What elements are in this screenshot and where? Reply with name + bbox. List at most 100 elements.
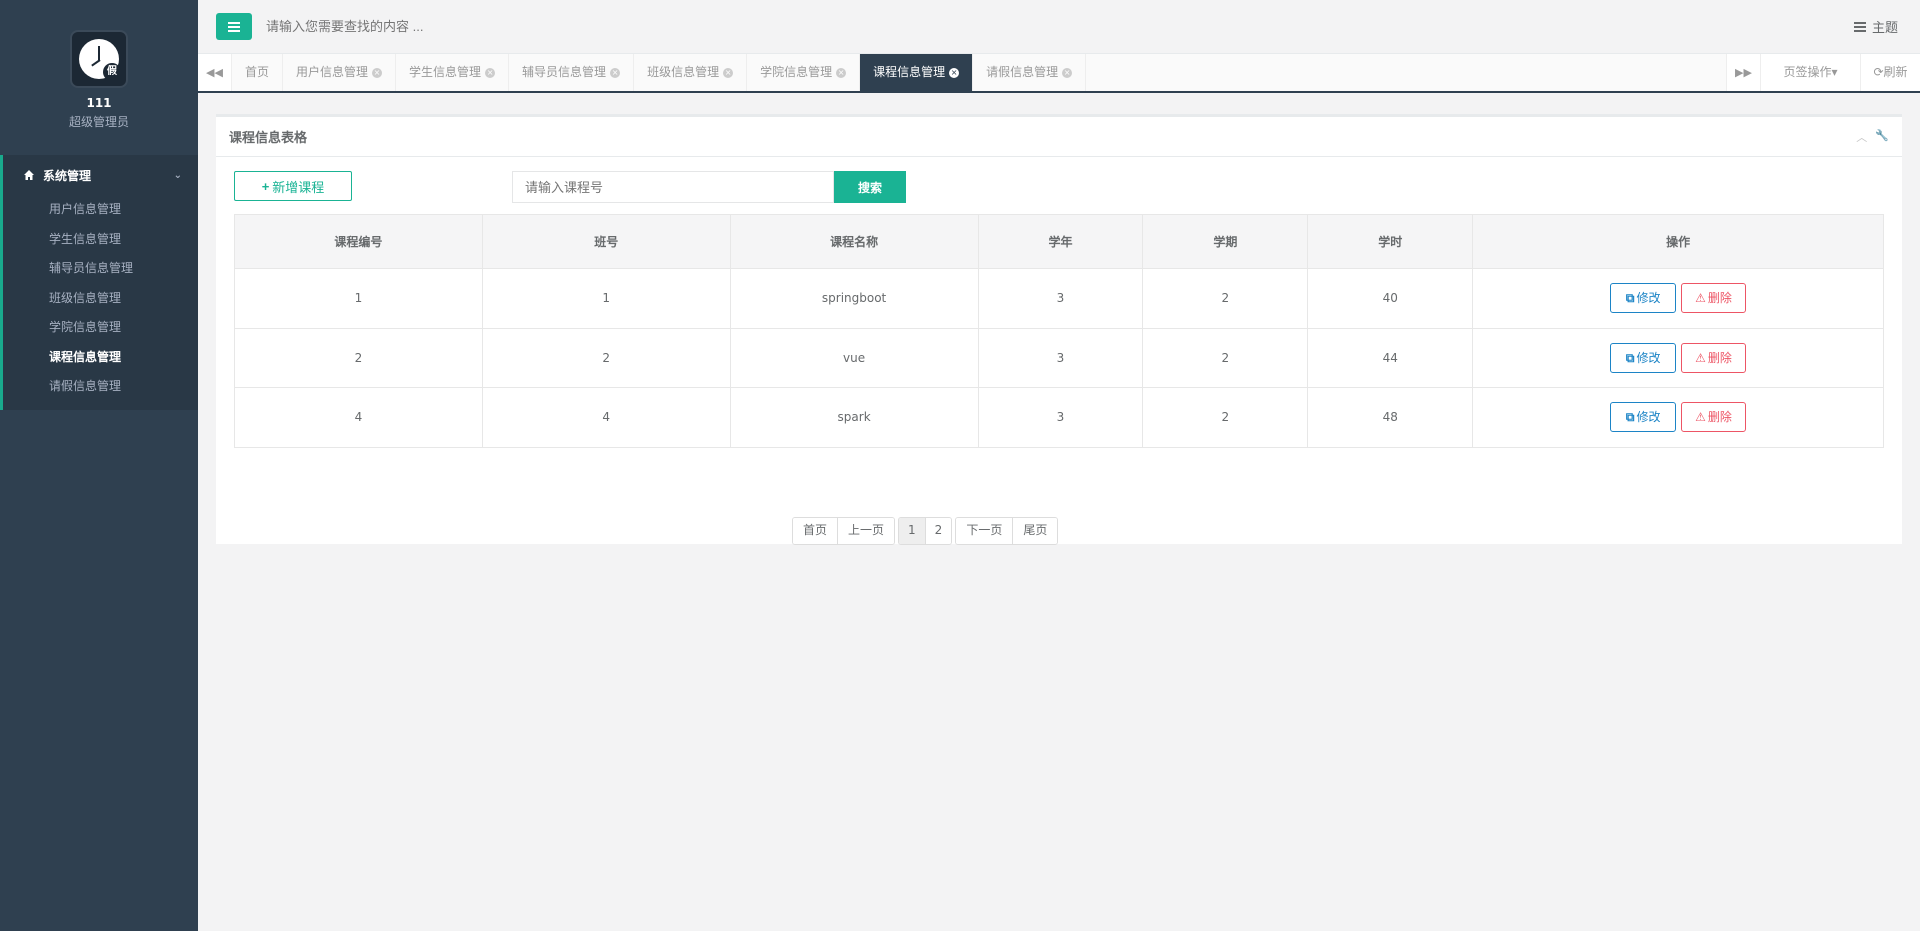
page-button-1[interactable]: 1 (899, 518, 925, 544)
cell-actions: ⧉ 修改 ⚠ 删除 (1472, 268, 1884, 329)
column-header[interactable]: 学时 (1307, 214, 1474, 269)
tab-students[interactable]: 学生信息管理 × (396, 54, 510, 91)
tab-classes[interactable]: 班级信息管理 × (634, 54, 748, 91)
cell-term: 2 (1142, 327, 1309, 389)
panel-header: 课程信息表格 ︿ 🔧 (216, 117, 1902, 157)
column-header[interactable]: 学期 (1142, 214, 1309, 269)
cell-class-no: 2 (481, 327, 731, 389)
tabs-scroll-right-icon[interactable]: ▶▶ (1726, 54, 1760, 91)
cell-actions: ⧉ 修改 ⚠ 删除 (1472, 327, 1884, 389)
tabs-scroll-left-icon[interactable]: ◀◀ (198, 54, 232, 91)
close-icon[interactable]: × (836, 67, 847, 78)
sidebar-item-students[interactable]: 学生信息管理 (3, 225, 198, 255)
delete-button[interactable]: ⚠ 删除 (1681, 342, 1746, 373)
menu-toggle-button[interactable] (216, 13, 252, 40)
last-page-button[interactable]: 尾页 (1012, 518, 1058, 544)
nav-sub-list: 用户信息管理 学生信息管理 辅导员信息管理 班级信息管理 学院信息管理 课程信息… (3, 195, 198, 402)
sidebar-item-classes[interactable]: 班级信息管理 (3, 284, 198, 314)
panel-body: + 新增课程 搜索 课程编号 班号 课程名称 学年 学期 学时 操作 (216, 157, 1902, 545)
page-button-2[interactable]: 2 (924, 518, 952, 544)
user-name[interactable]: 111 (0, 96, 198, 110)
sidebar-item-courses[interactable]: 课程信息管理 (3, 343, 198, 373)
cell-hours: 40 (1307, 268, 1474, 329)
close-icon[interactable]: × (723, 67, 734, 78)
tab-home[interactable]: 首页 (232, 54, 284, 91)
close-icon[interactable]: × (485, 67, 496, 78)
tab-ops-dropdown[interactable]: 页签操作▾ (1760, 54, 1860, 91)
column-header[interactable]: 班号 (481, 214, 731, 269)
cell-course-id: 2 (234, 327, 483, 389)
close-icon[interactable]: × (372, 67, 383, 78)
delete-label: 删除 (1707, 350, 1732, 365)
cell-term: 2 (1142, 387, 1309, 448)
edit-label: 修改 (1636, 291, 1661, 306)
global-search-input[interactable] (266, 14, 686, 38)
wrench-icon[interactable]: 🔧 (1875, 129, 1889, 145)
delete-button[interactable]: ⚠ 删除 (1681, 283, 1746, 314)
home-icon (24, 170, 34, 180)
sidebar-item-counselors[interactable]: 辅导员信息管理 (3, 254, 198, 284)
first-page-button[interactable]: 首页 (793, 518, 838, 544)
tab-colleges[interactable]: 学院信息管理 × (747, 54, 861, 91)
edit-label: 修改 (1636, 410, 1661, 425)
user-role: 超级管理员 (68, 115, 129, 129)
avatar-badge: 假 (103, 63, 121, 81)
tab-users[interactable]: 用户信息管理 × (283, 54, 397, 91)
tab-refresh-button[interactable]: ⟳刷新 (1860, 54, 1920, 91)
close-icon[interactable]: × (1062, 67, 1073, 78)
clock-icon: 假 (79, 39, 121, 81)
cell-hours: 48 (1307, 387, 1474, 448)
pager-group-pages: 1 2 (898, 517, 953, 545)
warning-icon: ⚠ (1695, 410, 1706, 425)
tab-label: 用户信息管理 (296, 65, 369, 79)
table-header-row: 课程编号 班号 课程名称 学年 学期 学时 操作 (234, 214, 1884, 269)
nav-group-label: 系统管理 (43, 168, 92, 183)
close-icon[interactable]: × (610, 67, 621, 78)
sidebar-item-leaves[interactable]: 请假信息管理 (3, 372, 198, 402)
refresh-icon: ⟳ (1873, 65, 1884, 79)
course-search-input[interactable] (512, 171, 834, 203)
course-table: 课程编号 班号 课程名称 学年 学期 学时 操作 1 1 springboot … (234, 214, 1884, 448)
delete-button[interactable]: ⚠ 删除 (1681, 402, 1746, 433)
column-header[interactable]: 课程名称 (729, 214, 979, 269)
chevron-up-icon[interactable]: ︿ (1856, 129, 1867, 145)
column-header[interactable]: 课程编号 (234, 214, 483, 269)
tab-label: 请假信息管理 (986, 65, 1059, 79)
tab-courses[interactable]: 课程信息管理 × (860, 54, 974, 91)
edit-button[interactable]: ⧉ 修改 (1610, 283, 1677, 314)
sidebar-item-colleges[interactable]: 学院信息管理 (3, 313, 198, 343)
pager-group-end: 下一页 尾页 (955, 517, 1059, 545)
tab-counselors[interactable]: 辅导员信息管理 × (509, 54, 635, 91)
pager-group-start: 首页 上一页 (792, 517, 896, 545)
delete-label: 删除 (1707, 410, 1732, 425)
panel-title: 课程信息表格 (229, 131, 308, 146)
edit-button[interactable]: ⧉ 修改 (1610, 342, 1677, 373)
panel-tools: ︿ 🔧 (1856, 129, 1889, 145)
add-course-button[interactable]: + 新增课程 (234, 171, 352, 201)
tab-leaves[interactable]: 请假信息管理 × (973, 54, 1087, 91)
sidebar: 假 111 超级管理员 系统管理 ⌄ 用户信息管理 学生信息管理 辅导员信息管理… (0, 0, 198, 931)
avatar[interactable]: 假 (70, 30, 128, 88)
cell-course-name: spark (729, 387, 979, 448)
cell-course-id: 4 (234, 387, 483, 448)
column-header[interactable]: 学年 (977, 214, 1144, 269)
table-row: 1 1 springboot 3 2 40 ⧉ 修改 ⚠ 删除 (234, 268, 1884, 329)
warning-icon: ⚠ (1695, 291, 1706, 306)
bars-icon (228, 21, 240, 32)
prev-page-button[interactable]: 上一页 (837, 518, 895, 544)
edit-label: 修改 (1636, 350, 1661, 365)
sidebar-item-users[interactable]: 用户信息管理 (3, 195, 198, 225)
theme-button[interactable]: 主题 (1853, 17, 1898, 36)
cell-class-no: 4 (481, 387, 731, 448)
cell-class-no: 1 (481, 268, 731, 329)
nav-group-header[interactable]: 系统管理 ⌄ (3, 155, 198, 195)
add-course-label: 新增课程 (272, 179, 325, 195)
close-icon[interactable]: × (949, 67, 960, 78)
tab-label: 首页 (245, 65, 270, 79)
cell-course-name: vue (729, 327, 979, 389)
column-header: 操作 (1472, 214, 1884, 269)
search-button[interactable]: 搜索 (834, 171, 906, 203)
next-page-button[interactable]: 下一页 (956, 518, 1013, 544)
tabs-bar: ◀◀ 首页 用户信息管理 × 学生信息管理 × 辅导员信息管理 × 班级信息管理 × 学… (198, 54, 1920, 93)
edit-button[interactable]: ⧉ 修改 (1610, 402, 1677, 433)
